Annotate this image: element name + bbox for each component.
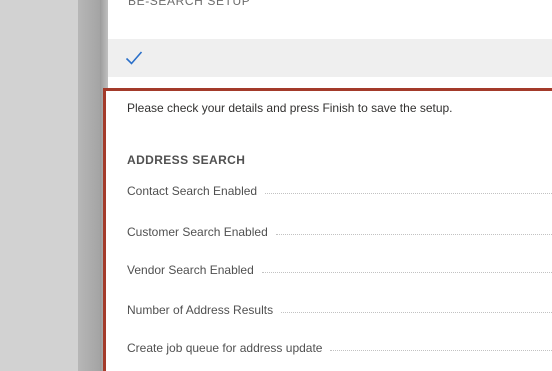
field-label: Number of Address Results (127, 303, 274, 317)
field-leader-dots (281, 311, 552, 313)
field-leader-dots (265, 192, 552, 194)
review-instructions: Please check your details and press Fini… (127, 101, 453, 115)
field-number-of-address-results[interactable]: Number of Address Results (127, 302, 552, 318)
field-label: Customer Search Enabled (127, 225, 268, 239)
background-page (0, 0, 78, 371)
field-vendor-search-enabled[interactable]: Vendor Search Enabled (127, 262, 552, 278)
field-create-job-queue[interactable]: Create job queue for address update (127, 340, 552, 356)
dialog-title: BE-SEARCH SETUP (128, 0, 251, 8)
field-leader-dots (261, 271, 552, 273)
field-leader-dots (330, 349, 552, 351)
checkmark-icon (125, 51, 143, 65)
step-indicator-bar (108, 39, 552, 77)
background-page-edge (78, 0, 100, 371)
field-label: Vendor Search Enabled (127, 263, 254, 277)
field-label: Create job queue for address update (127, 341, 323, 355)
field-contact-search-enabled[interactable]: Contact Search Enabled (127, 183, 552, 199)
field-leader-dots (275, 233, 552, 235)
app-root: BE-SEARCH SETUP Please check your detail… (0, 0, 552, 371)
field-label: Contact Search Enabled (127, 184, 258, 198)
section-heading-address-search[interactable]: ADDRESS SEARCH (127, 153, 245, 167)
field-customer-search-enabled[interactable]: Customer Search Enabled (127, 224, 552, 240)
